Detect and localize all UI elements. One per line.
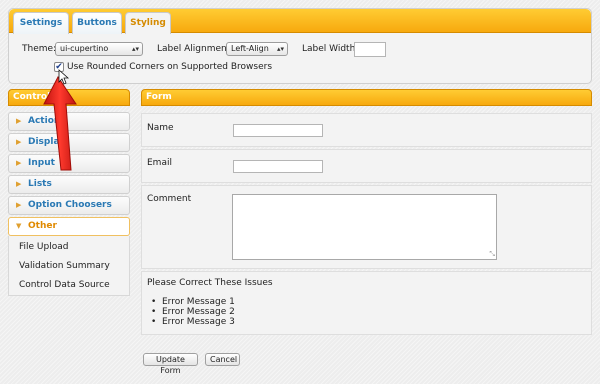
theme-select[interactable]: ui-cupertino ▴▾ [55, 42, 143, 56]
theme-select-value: ui-cupertino [60, 44, 109, 53]
triangle-right-icon: ▶ [16, 180, 22, 188]
resize-grip-icon[interactable]: ⤡ [489, 250, 495, 259]
tab-styling[interactable]: Styling [125, 12, 171, 34]
form-row-comment: Comment ⤡ [141, 185, 592, 269]
triangle-down-icon: ▼ [16, 222, 22, 230]
validation-summary: Please Correct These Issues • Error Mess… [141, 271, 592, 335]
form-row-email: Email [141, 149, 592, 183]
form-row-name: Name [141, 113, 592, 147]
tab-bar: Settings Buttons Styling [9, 9, 591, 34]
label-width-input[interactable] [354, 42, 386, 57]
label-width-label: Label Width: [302, 44, 359, 54]
cancel-button[interactable]: Cancel [205, 353, 240, 366]
accordion-item-label: Actions [28, 116, 66, 126]
bullet-icon: • [151, 317, 157, 327]
styling-options-row: Theme: ui-cupertino ▴▾ Label Alignment: … [22, 42, 578, 58]
triangle-right-icon: ▶ [16, 159, 22, 167]
form-header: Form [141, 89, 592, 106]
accordion-item-input[interactable]: ▶ Input [8, 154, 130, 173]
errors-title: Please Correct These Issues [147, 278, 273, 288]
other-submenu: File Upload Validation Summary Control D… [8, 236, 130, 296]
accordion-item-option-choosers[interactable]: ▶ Option Choosers [8, 196, 130, 215]
error-text: Error Message 1 [162, 297, 235, 307]
triangle-right-icon: ▶ [16, 201, 22, 209]
submenu-item-file-upload[interactable]: File Upload [19, 242, 68, 252]
comment-textarea[interactable]: ⤡ [232, 194, 497, 260]
triangle-right-icon: ▶ [16, 138, 22, 146]
select-caret-icon: ▴▾ [131, 45, 139, 53]
error-text: Error Message 3 [162, 317, 235, 327]
accordion-item-label: Input [28, 158, 55, 168]
theme-label: Theme: [22, 44, 57, 54]
controls-header: Controls [8, 89, 130, 106]
label-alignment-value: Left-Align [231, 44, 269, 53]
accordion-item-label: Other [28, 221, 57, 231]
label-alignment-label: Label Alignment: [157, 44, 234, 54]
comment-label: Comment [147, 194, 192, 204]
name-label: Name [147, 123, 174, 133]
bullet-icon: • [151, 307, 157, 317]
tab-settings[interactable]: Settings [13, 12, 69, 34]
accordion-item-display[interactable]: ▶ Display [8, 133, 130, 152]
accordion-item-actions[interactable]: ▶ Actions [8, 112, 130, 131]
accordion-item-lists[interactable]: ▶ Lists [8, 175, 130, 194]
rounded-corners-label: Use Rounded Corners on Supported Browser… [67, 62, 273, 72]
error-item: • Error Message 2 [151, 307, 235, 317]
error-text: Error Message 2 [162, 307, 235, 317]
rounded-corners-checkbox[interactable]: ✔ [54, 62, 64, 72]
name-input[interactable] [233, 124, 323, 137]
error-item: • Error Message 1 [151, 297, 235, 307]
accordion-item-other[interactable]: ▼ Other [8, 217, 130, 236]
bullet-icon: • [151, 297, 157, 307]
update-form-button[interactable]: Update Form [143, 353, 198, 375]
select-caret-icon: ▴▾ [276, 45, 284, 53]
label-alignment-select[interactable]: Left-Align ▴▾ [226, 42, 288, 56]
accordion-item-label: Display [28, 137, 66, 147]
triangle-right-icon: ▶ [16, 117, 22, 125]
error-item: • Error Message 3 [151, 317, 235, 327]
submenu-item-control-data-source[interactable]: Control Data Source [19, 280, 110, 290]
accordion-item-label: Option Choosers [28, 200, 112, 210]
tab-buttons[interactable]: Buttons [72, 12, 122, 34]
submenu-item-validation-summary[interactable]: Validation Summary [19, 261, 110, 271]
email-input[interactable] [233, 160, 323, 173]
email-label: Email [147, 158, 172, 168]
accordion-item-label: Lists [28, 179, 52, 189]
